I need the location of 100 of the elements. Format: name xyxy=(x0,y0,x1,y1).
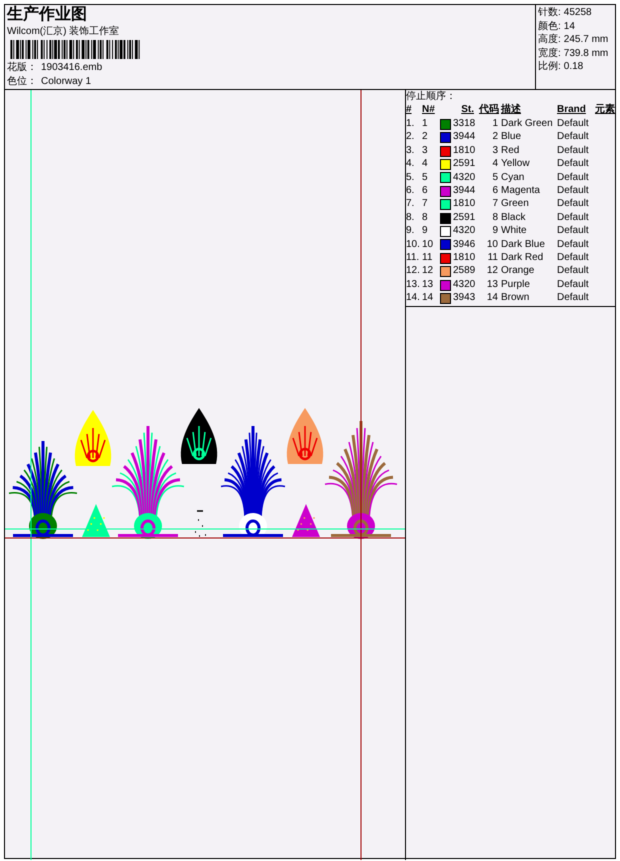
table-cell-text: Default xyxy=(557,144,590,158)
table-cell-text: Dark Red xyxy=(501,251,544,264)
table-cell-text: 3946 xyxy=(453,238,476,252)
column-header: 描述 xyxy=(501,103,522,117)
table-cell-text: 3944 xyxy=(453,184,476,198)
table-cell-text: Default xyxy=(557,278,590,292)
table-cell-text: Default xyxy=(557,197,590,211)
table-cell-text: Default xyxy=(557,184,590,198)
table-cell-text: Black xyxy=(501,210,526,224)
table-cell-text: 1. xyxy=(406,117,416,130)
table-cell-text: 10. xyxy=(406,238,421,252)
table-cell-text: 5 xyxy=(422,170,429,184)
table-cell-text: 8. xyxy=(406,210,416,224)
column-header: 元素 xyxy=(595,103,615,117)
summary-label: 高度: xyxy=(538,33,561,46)
studio-name: Wilcom(汇京) 装饰工作室 xyxy=(7,25,120,38)
table-cell-text: 1810 xyxy=(453,197,476,211)
table-cell-text: 13 xyxy=(486,278,499,292)
column-header: Brand xyxy=(557,103,587,117)
table-cell-text: 2591 xyxy=(453,210,476,224)
table-cell-text: 1810 xyxy=(453,251,476,264)
table-cell-text: Default xyxy=(557,291,590,305)
table-cell-text: Default xyxy=(557,170,590,184)
table-cell-text: 2589 xyxy=(453,264,476,278)
summary-value: 245.7 mm xyxy=(564,33,608,46)
table-cell-text: 3943 xyxy=(453,291,476,305)
table-cell-text: Default xyxy=(557,264,590,278)
section-title: 停止顺序： xyxy=(406,90,457,103)
design-file-label: 花版： xyxy=(7,61,37,74)
table-cell-text: 11 xyxy=(422,251,434,264)
column-header: # xyxy=(406,103,413,117)
table-cell-text: 5 xyxy=(491,170,499,184)
table-cell-text: 1810 xyxy=(453,144,476,158)
column-header: St. xyxy=(460,103,475,117)
table-cell-text: 12 xyxy=(486,264,499,278)
table-cell-text: 2591 xyxy=(453,157,476,171)
table-cell-text: 14 xyxy=(486,291,499,305)
table-cell-text: 12 xyxy=(422,264,434,278)
summary-value: 14 xyxy=(564,20,575,33)
table-cell-text: 2. xyxy=(406,130,416,144)
table-cell-text: 2 xyxy=(491,130,499,144)
table-cell-text: Blue xyxy=(501,130,522,144)
table-cell-text: Brown xyxy=(501,291,530,305)
summary-label: 比例: xyxy=(538,60,561,74)
table-cell-text: 6. xyxy=(406,184,416,198)
table-cell-text: 11. xyxy=(406,251,420,264)
table-cell-text: 8 xyxy=(491,210,499,224)
table-cell-text: 13 xyxy=(422,278,434,292)
table-cell-text: 6 xyxy=(422,184,429,198)
table-cell-text: Red xyxy=(501,144,520,158)
table-cell-text: Default xyxy=(557,238,590,252)
table-cell-text: Cyan xyxy=(501,170,526,184)
table-cell-text: 14 xyxy=(422,291,434,305)
table-cell-text: 13. xyxy=(406,278,421,292)
table-cell-text: 5. xyxy=(406,170,416,184)
colorway-value: Colorway 1 xyxy=(41,75,92,88)
summary-value: 739.8 mm xyxy=(564,46,608,60)
table-cell-text: Default xyxy=(557,130,590,144)
table-cell-text: 4320 xyxy=(453,278,476,292)
column-header: 代码 xyxy=(478,103,500,117)
table-cell-text: Yellow xyxy=(501,157,531,171)
table-cell-text: 4 xyxy=(491,157,499,171)
table-cell-text: 7 xyxy=(491,197,499,211)
table-cell-text: 3 xyxy=(422,144,429,158)
table-cell-text: Dark Green xyxy=(501,117,554,130)
summary-value: 45258 xyxy=(564,6,592,20)
table-cell-text: Purple xyxy=(501,278,531,292)
table-cell-text: 6 xyxy=(491,184,499,198)
table-cell-text: Green xyxy=(501,197,530,211)
table-cell-text: 12. xyxy=(406,264,421,278)
summary-value: 0.18 xyxy=(564,60,584,74)
table-cell-text: 3. xyxy=(406,144,416,158)
table-cell-text: Default xyxy=(557,157,590,171)
table-cell-text: 11 xyxy=(486,251,499,264)
table-cell-text: 8 xyxy=(422,210,429,224)
table-cell-text: 9 xyxy=(491,224,499,238)
table-cell-text: 10 xyxy=(422,238,434,252)
table-cell-text: 10 xyxy=(486,238,499,252)
table-cell-text: 9 xyxy=(422,224,429,238)
table-cell-text: Default xyxy=(557,224,590,238)
table-cell-text: Default xyxy=(557,210,590,224)
table-cell-text: Default xyxy=(557,251,590,264)
table-cell-text: 2 xyxy=(422,130,429,144)
table-cell-text: Dark Blue xyxy=(501,238,546,252)
document-title: 生产作业图 xyxy=(7,6,88,24)
summary-label: 宽度: xyxy=(538,46,561,60)
table-cell-text: 3944 xyxy=(453,130,476,144)
table-cell-text: 3 xyxy=(491,144,499,158)
table-cell-text: White xyxy=(501,224,528,238)
table-cell-text: 7. xyxy=(406,197,416,211)
table-cell-text: Orange xyxy=(501,264,536,278)
table-cell-text: 7 xyxy=(422,197,429,211)
table-cell-text: Magenta xyxy=(501,184,541,198)
table-cell-text: 4320 xyxy=(453,224,476,238)
table-cell-text: 9. xyxy=(406,224,416,238)
table-cell-text: 1 xyxy=(422,117,429,130)
colorway-label: 色位： xyxy=(7,75,37,88)
design-file-value: 1903416.emb xyxy=(41,61,102,74)
column-header: N# xyxy=(422,103,436,117)
summary-label: 针数: xyxy=(538,6,561,20)
